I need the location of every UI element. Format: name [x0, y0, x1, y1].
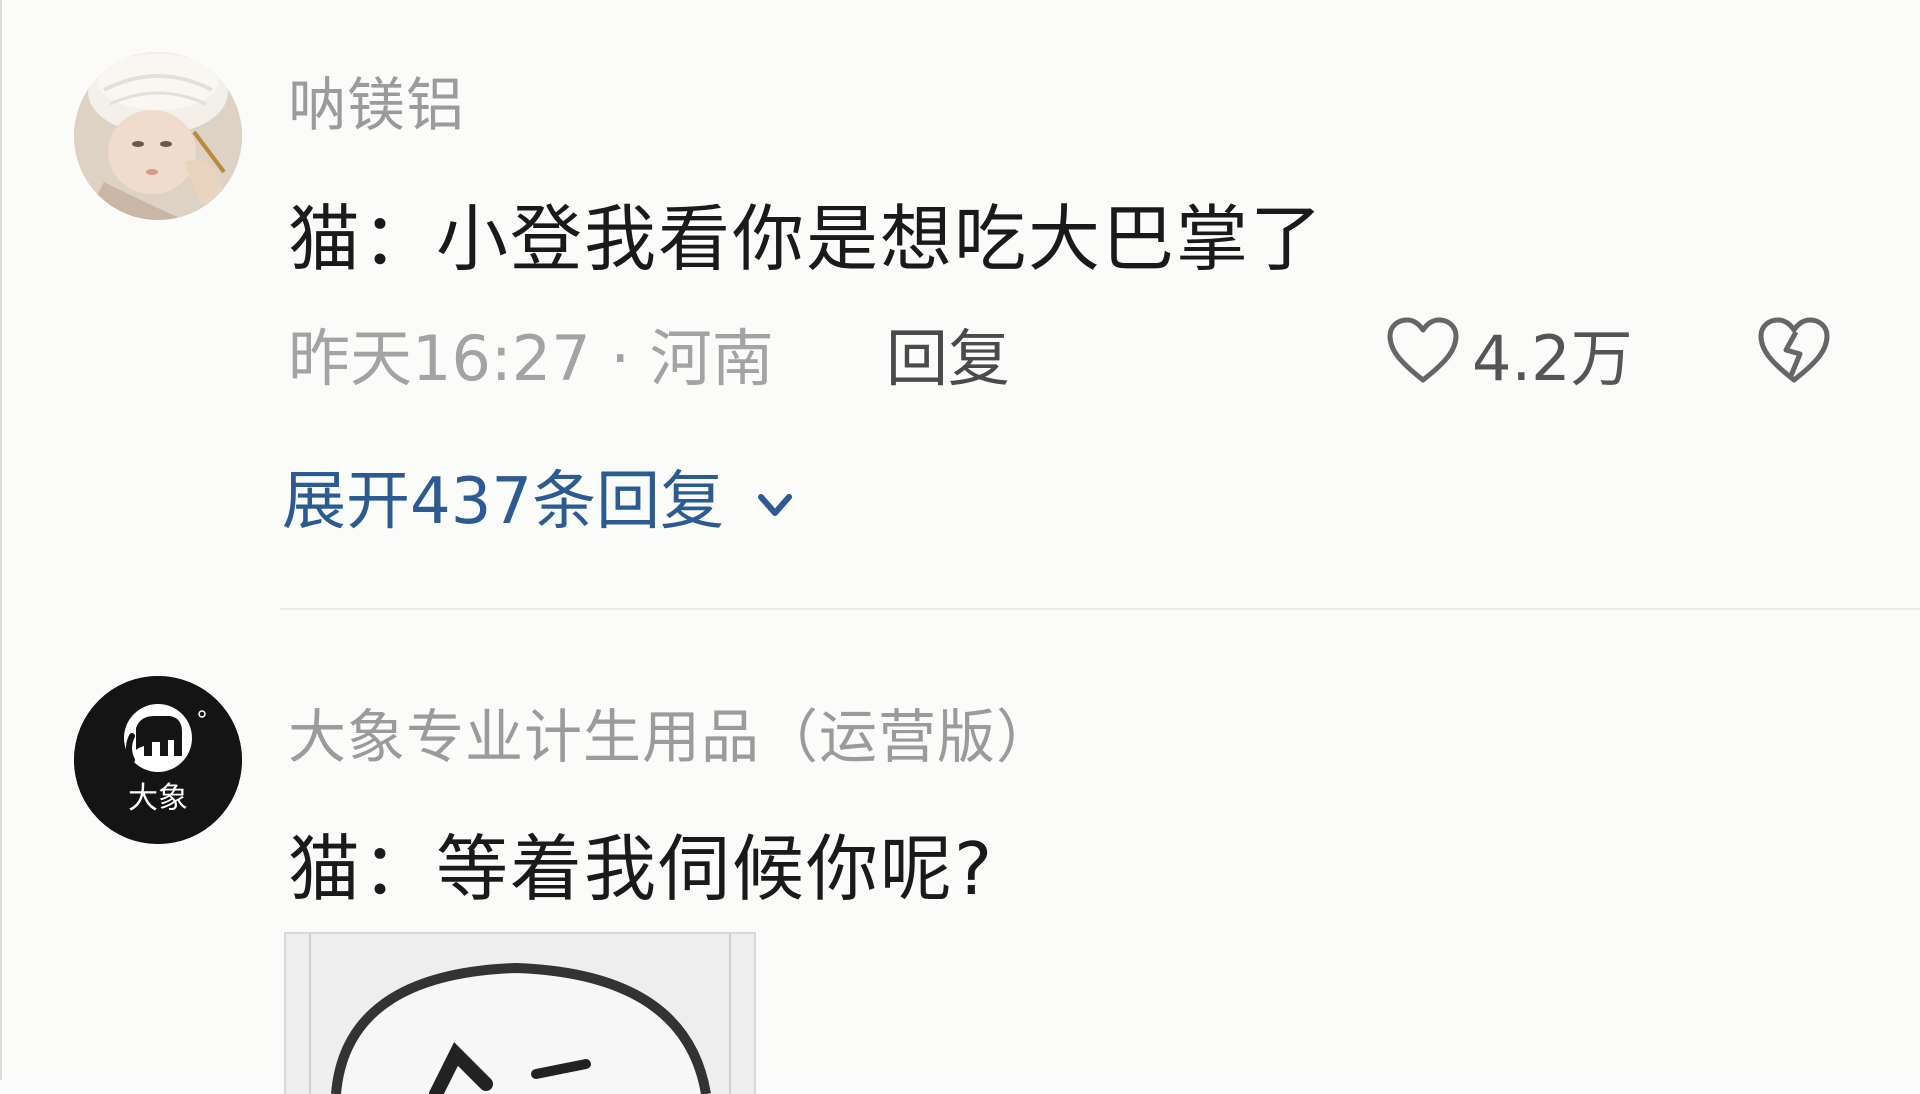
comment-item: 大象 大象专业计生用品（运营版） 猫：等着我伺候你呢? [0, 610, 1920, 1094]
avatar-logo-text: 大象 [128, 781, 188, 816]
broken-heart-icon[interactable] [1756, 314, 1832, 386]
expand-replies-label: 展开437条回复 [282, 465, 725, 539]
heart-icon[interactable] [1384, 314, 1462, 386]
comment-image[interactable] [284, 932, 756, 1094]
comment-item: 呐镁铝 猫：小登我看你是想吃大巴掌了 昨天16:27 · 河南 回复 4.2万 … [0, 0, 1920, 610]
comment-meta: 昨天16:27 · 河南 回复 4.2万 [288, 308, 1888, 395]
baby-photo-avatar-icon [74, 52, 242, 220]
user-avatar[interactable] [74, 52, 242, 220]
comment-text: 猫：等着我伺候你呢? [288, 827, 995, 911]
user-avatar[interactable]: 大象 [74, 676, 242, 844]
like-count: 4.2万 [1472, 322, 1633, 395]
username[interactable]: 大象专业计生用品（运营版） [288, 690, 1055, 774]
comment-list: 呐镁铝 猫：小登我看你是想吃大巴掌了 昨天16:27 · 河南 回复 4.2万 … [0, 0, 1920, 1094]
elephant-logo-icon: 大象 [74, 676, 242, 844]
timestamp-location: 昨天16:27 · 河南 [288, 322, 774, 395]
chevron-down-icon [757, 494, 792, 517]
meme-image-icon [286, 934, 754, 1094]
comment-text: 猫：小登我看你是想吃大巴掌了 [288, 197, 1325, 281]
reply-button[interactable]: 回复 [886, 308, 1010, 398]
expand-replies-button[interactable]: 展开437条回复 [282, 450, 801, 542]
username[interactable]: 呐镁铝 [288, 58, 465, 142]
